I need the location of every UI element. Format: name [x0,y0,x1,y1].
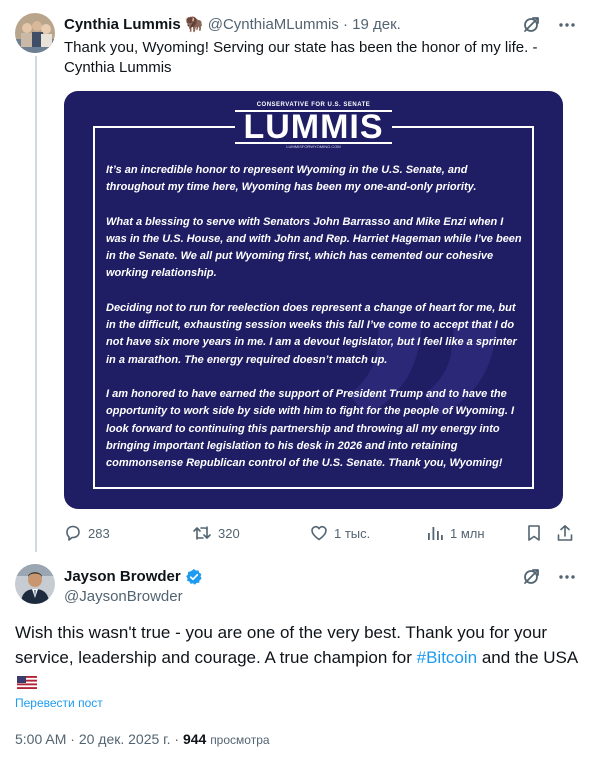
meta-separator: · [174,731,180,747]
repost-button[interactable]: 320 [192,524,310,542]
tweet-image[interactable]: ” CONSERVATIVE FOR U.S. SENATE LUMMIS LU… [64,91,563,509]
tweet-action-bar: 283 320 1 тыс. 1 млн [64,522,580,544]
views-count: 1 млн [450,525,485,541]
logo-url: LUMMISFORWYOMING.COM [286,144,341,149]
repost-count: 320 [218,525,240,541]
post-time[interactable]: 5:00 AM [15,731,66,747]
analytics-icon [428,527,443,540]
separator-dot: · [342,16,348,33]
author-handle[interactable]: @CynthiaMLummis [208,16,339,33]
like-button[interactable]: 1 тыс. [310,524,426,542]
avatar[interactable] [15,13,55,53]
share-button[interactable] [556,524,580,542]
tweet-header: Cynthia Lummis 🦬 @CynthiaMLummis · 19 де… [64,15,401,35]
reply-count: 283 [88,525,110,541]
statement-paragraph: What a blessing to serve with Senators J… [106,215,522,280]
reply-icon [66,525,80,541]
author-handle[interactable]: @JaysonBrowder [64,587,183,607]
more-options-icon[interactable] [556,566,578,588]
thread-connector-line [35,56,37,552]
grok-icon[interactable] [520,566,542,588]
author-name[interactable]: Jayson Browder [64,567,181,587]
logo-name: LUMMIS [235,110,392,144]
bookmark-button[interactable] [526,524,556,542]
views-label: просмотра [210,733,270,747]
reply-button[interactable]: 283 [64,524,192,542]
tweet-date[interactable]: 19 дек. [352,16,401,33]
reply-text: Wish this wasn't true - you are one of t… [15,620,580,695]
avatar[interactable] [15,564,55,604]
heart-icon [311,525,327,541]
translate-post-link[interactable]: Перевести пост [15,696,103,710]
campaign-logo: CONSERVATIVE FOR U.S. SENATE LUMMIS LUMM… [64,101,563,150]
post-metadata: 5:00 AM · 20 дек. 2025 г. · 944 просмотр… [15,731,270,747]
share-icon [557,525,573,541]
statement-text: It’s an incredible honor to represent Wy… [106,162,524,489]
grok-icon[interactable] [520,14,542,36]
us-flag-icon [17,676,37,689]
bison-emoji: 🦬 [184,16,204,33]
tweet-top-actions [520,14,578,36]
like-count: 1 тыс. [334,525,371,541]
statement-paragraph: I am honored to have earned the support … [106,387,515,470]
repost-icon [193,526,211,540]
bookmark-icon [528,525,540,541]
views-button[interactable]: 1 млн [426,524,526,542]
reply-text-end: and the USA [477,648,578,667]
reply-author: Jayson Browder [64,567,203,587]
post-date[interactable]: 20 дек. 2025 г. [79,731,171,747]
more-options-icon[interactable] [556,14,578,36]
tweet-text: Thank you, Wyoming! Serving our state ha… [64,39,538,76]
views-count: 944 [182,731,207,747]
meta-separator: · [70,731,75,747]
author-name[interactable]: Cynthia Lummis [64,16,181,33]
reply-top-actions [520,566,578,588]
hashtag-link[interactable]: #Bitcoin [417,648,477,667]
statement-paragraph: It’s an incredible honor to represent Wy… [106,164,477,194]
verified-badge-icon [185,569,202,585]
statement-paragraph: Deciding not to run for reelection does … [106,301,517,366]
